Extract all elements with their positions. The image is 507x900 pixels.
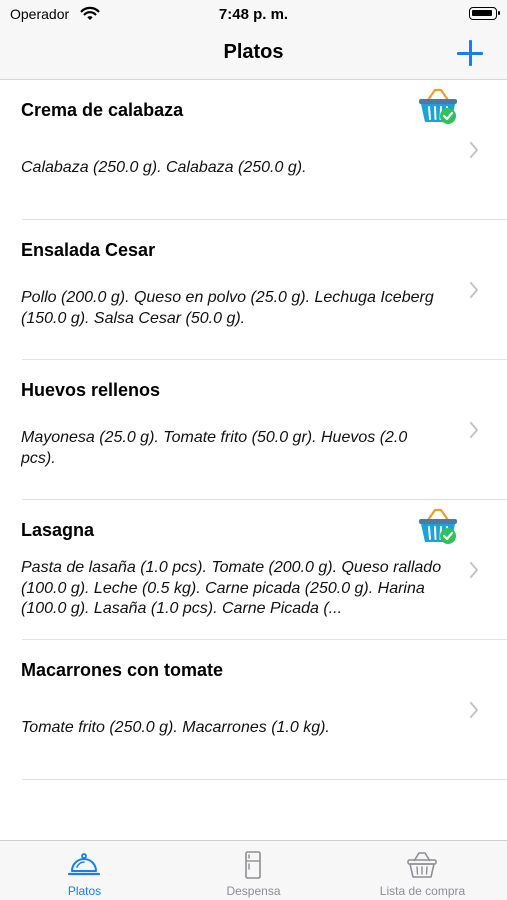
- navigation-bar: Platos: [0, 28, 507, 80]
- dish-list: Crema de calabaza Calabaza (250.0 g). Ca…: [0, 80, 507, 780]
- dish-row[interactable]: Crema de calabaza Calabaza (250.0 g). Ca…: [0, 80, 507, 220]
- dish-ingredients: Pasta de lasaña (1.0 pcs). Tomate (200.0…: [21, 559, 442, 617]
- status-bar: Operador 7:48 p. m.: [0, 0, 507, 28]
- dish-name: Macarrones con tomate: [21, 660, 224, 680]
- chevron-right-icon: [470, 562, 478, 578]
- row-divider: [22, 779, 507, 780]
- basket-icon: [407, 852, 437, 878]
- tab-lista-de-compra[interactable]: Lista de compra: [338, 841, 507, 900]
- battery-icon: [469, 7, 500, 20]
- dish-row[interactable]: Ensalada Cesar Pollo (200.0 g). Queso en…: [0, 220, 507, 360]
- chevron-right-icon: [470, 282, 478, 298]
- chevron-right-icon: [470, 142, 478, 158]
- dish-name: Huevos rellenos: [21, 380, 161, 400]
- chevron-right-icon: [470, 422, 478, 438]
- tab-label: Despensa: [226, 884, 281, 898]
- tab-label: Lista de compra: [379, 884, 466, 898]
- shopping-basket-check-icon: [419, 88, 457, 124]
- shopping-basket-check-icon: [419, 508, 457, 544]
- screen: Operador 7:48 p. m. Platos Crema de cala…: [0, 0, 507, 900]
- dish-row[interactable]: Huevos rellenos Mayonesa (25.0 g). Tomat…: [0, 360, 507, 500]
- cloche-icon: [67, 853, 101, 876]
- dish-ingredients: Tomate frito (250.0 g). Macarrones (1.0 …: [21, 719, 330, 736]
- chevron-right-icon: [470, 702, 478, 718]
- tab-despensa[interactable]: Despensa: [169, 841, 338, 900]
- fridge-icon: [245, 851, 261, 879]
- dish-ingredients: Mayonesa (25.0 g). Tomate frito (50.0 gr…: [21, 429, 408, 467]
- dish-ingredients: Pollo (200.0 g). Queso en polvo (25.0 g)…: [21, 289, 434, 327]
- dish-name: Ensalada Cesar: [21, 240, 156, 260]
- dish-row[interactable]: Macarrones con tomate Tomate frito (250.…: [0, 640, 507, 780]
- page-title: Platos: [223, 41, 284, 63]
- tab-label: Platos: [67, 884, 102, 898]
- tab-bar: Platos Despensa Lista de compra: [0, 840, 507, 900]
- add-dish-button[interactable]: [457, 40, 483, 66]
- dish-row[interactable]: Lasagna Pasta de lasaña (1.0 pcs). Tomat…: [0, 500, 507, 640]
- clock: 7:48 p. m.: [218, 6, 289, 23]
- dish-ingredients: Calabaza (250.0 g). Calabaza (250.0 g).: [21, 159, 307, 176]
- tab-platos[interactable]: Platos: [0, 841, 169, 900]
- dish-name: Crema de calabaza: [21, 100, 184, 120]
- dish-name: Lasagna: [21, 520, 95, 540]
